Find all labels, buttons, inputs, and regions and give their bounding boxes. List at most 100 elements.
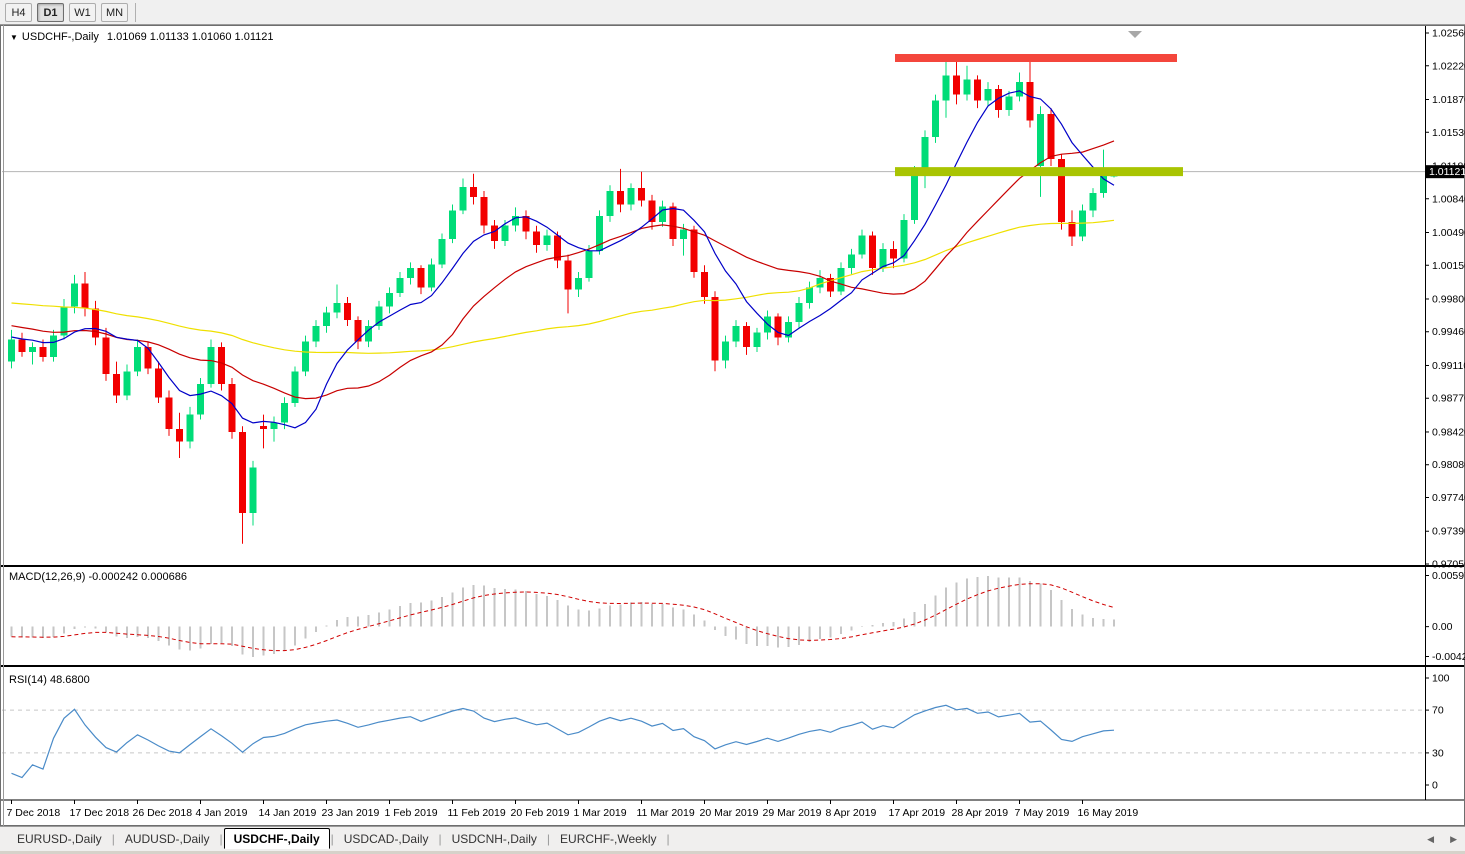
candle-body [921,137,929,172]
candle-body [701,271,708,298]
price-axis-label: 1.02560 [1432,28,1465,40]
tab-divider: | [330,832,334,846]
price-axis-label: 0.97390 [1432,526,1465,538]
price-chart-canvas[interactable]: 1.025601.022201.018701.015301.011801.008… [0,25,1465,826]
candle-body [375,306,383,326]
candle-body [323,312,330,326]
candle-body [239,431,246,513]
candle-body [638,188,645,201]
candle-body [459,187,467,211]
macd-axis-label: 0.00597 [1432,570,1465,582]
chart-shift-marker-icon[interactable] [1128,31,1142,38]
tab-divider: | [546,832,551,846]
candle-body [18,339,26,352]
tab-divider: | [666,832,670,846]
candle-body [480,196,488,226]
candle-body [669,206,677,240]
candle-body [543,235,551,246]
mt4-window: { "toolbar": { "timeframes": [ {"label":… [0,0,1465,854]
date-axis-label: 20 Feb 2019 [511,807,570,819]
candle-body [564,260,572,290]
candle-body [1068,221,1076,237]
tab-usdcnh-daily[interactable]: USDCNH-,Daily [443,830,546,848]
candle-body [176,429,183,442]
tab-scroll-right-icon[interactable]: ▶ [1450,834,1457,845]
candle-body [197,383,204,415]
candle-body [806,287,813,303]
candle-body [407,268,414,278]
candle-body [984,88,992,101]
timeframe-button-mn[interactable]: MN [101,2,128,22]
candle-body [932,100,939,138]
candle-body [312,325,320,342]
candle-body [953,75,960,95]
macd-signal-line [11,583,1115,652]
timeframe-toolbar: H4 D1 W1 MN [0,0,1465,25]
chart-symbol-label: USDCHF-,Daily [21,31,99,43]
rsi-axis-label: 100 [1432,673,1450,685]
tab-eurchf-weekly[interactable]: EURCHF-,Weekly [551,830,665,848]
price-axis-label: 1.01530 [1432,127,1465,139]
candle-body [155,368,162,398]
timeframe-button-d1[interactable]: D1 [37,2,64,22]
candle-body [491,225,498,242]
candle-body [186,414,194,442]
date-axis-label: 16 May 2019 [1078,807,1139,819]
candle-body [869,235,876,269]
candle-body [417,268,425,288]
timeframe-button-h4[interactable]: H4 [5,2,32,22]
tab-divider: | [219,832,223,846]
price-axis-label: 0.98080 [1432,459,1465,471]
chart-dropdown-icon[interactable]: ▼ [10,33,18,42]
candle-body [386,293,393,307]
candle-body [575,277,582,290]
candle-body [680,229,687,240]
candle-body [795,302,803,323]
tab-usdchf-daily[interactable]: USDCHF-,Daily [223,827,330,849]
rsi-axis-label: 70 [1432,705,1444,717]
price-axis-label: 0.98420 [1432,426,1465,438]
candle-body [837,268,845,292]
candle-body [428,264,435,288]
candle-body [438,239,446,265]
candle-body [848,254,855,269]
candle-body [470,187,477,197]
tab-audusd-daily[interactable]: AUDUSD-,Daily [116,830,219,848]
candle-body [942,75,950,101]
candle-body [29,347,36,352]
chart-window: 1.025601.022201.018701.015301.011801.008… [0,25,1465,826]
candle-body [71,283,78,307]
macd-axis-label: -0.004243 [1432,651,1465,663]
price-axis-label: 1.00840 [1432,193,1465,205]
candle-body [50,335,57,357]
price-axis-label: 0.97740 [1432,492,1465,504]
candle-body [1016,82,1023,97]
candle-body [753,332,761,348]
candle-body [1037,113,1044,166]
candle-body [722,341,729,361]
price-axis-label: 0.99460 [1432,326,1465,338]
tab-scroll-left-icon[interactable]: ◀ [1427,834,1434,845]
candle-body [501,225,509,242]
timeframe-button-w1[interactable]: W1 [69,2,96,22]
macd-indicator-label: MACD(12,26,9) -0.000242 0.000686 [9,571,187,583]
date-axis-label: 29 Mar 2019 [763,807,822,819]
chart-title: ▼ USDCHF-,Daily 1.01069 1.01133 1.01060 1.… [10,31,274,43]
tab-eurusd-daily[interactable]: EURUSD-,Daily [8,830,111,848]
candle-body [302,341,309,372]
tab-usdcad-daily[interactable]: USDCAD-,Daily [335,830,438,848]
toolbar-separator [135,2,136,22]
candle-body [711,297,719,361]
candle-body [606,191,614,217]
candle-body [92,308,99,338]
rsi-axis-label: 30 [1432,747,1444,759]
candle-body [1005,96,1013,111]
candle-body [396,277,404,294]
date-axis-label: 28 Apr 2019 [952,807,1009,819]
candle-body [585,250,593,278]
candle-body [617,191,624,205]
price-axis-label: 0.98770 [1432,393,1465,405]
date-axis-label: 7 Dec 2018 [7,807,61,819]
tab-divider: | [111,832,115,846]
timeframe-buttons: H4 D1 W1 MN [0,2,128,22]
